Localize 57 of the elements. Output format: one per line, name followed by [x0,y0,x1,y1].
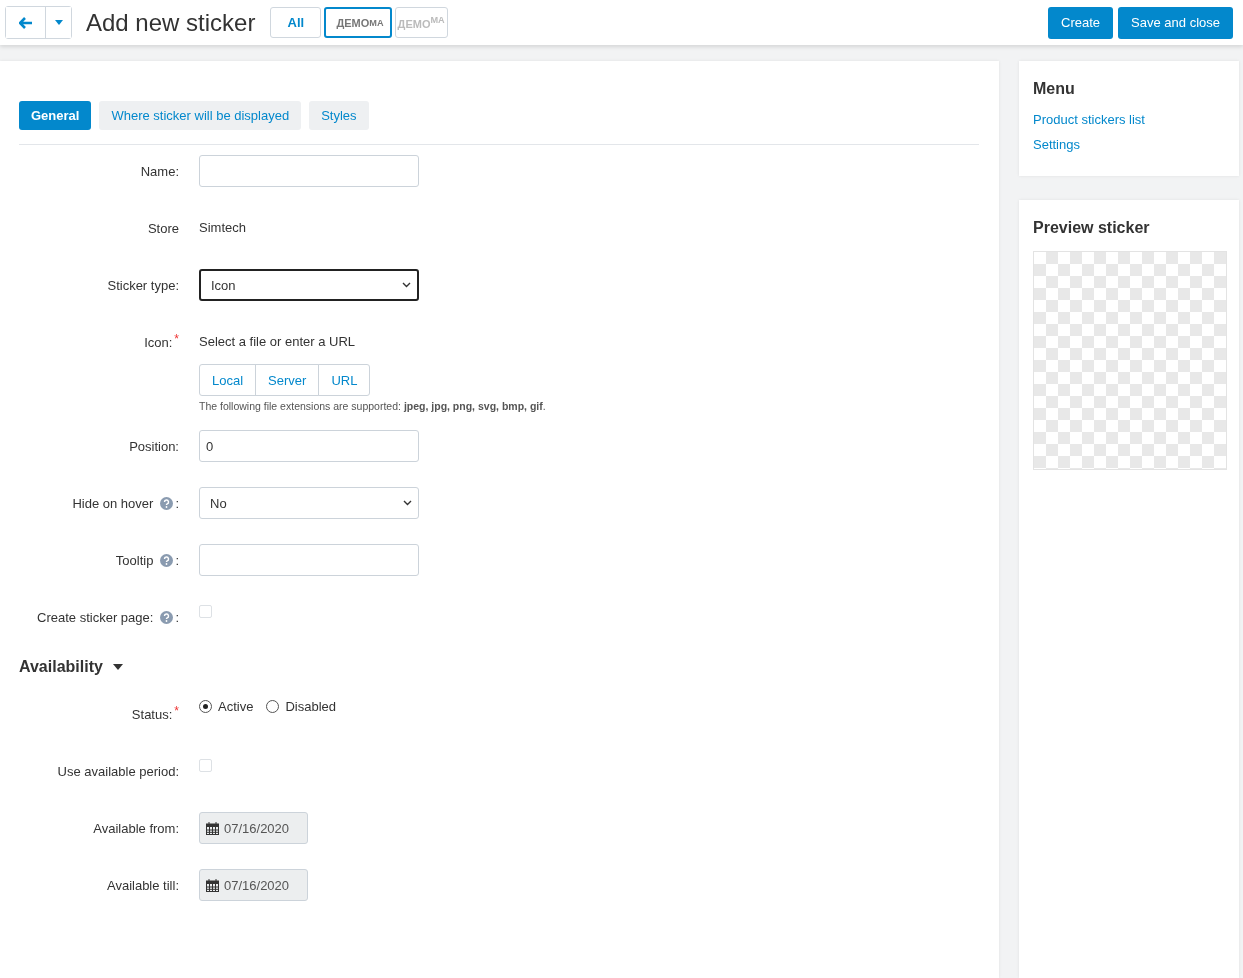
storefront-button[interactable]: All [270,7,322,38]
file-note: The following file extensions are supported: jpeg, jpg, png, svg, bmp, gif. [199,400,546,412]
field-label: Hide on hover [72,495,154,511]
calendar-icon [206,821,219,835]
field-label: Available till: [106,877,179,893]
field-label: Status: [131,706,173,722]
action-button[interactable]: Save and close [1118,6,1233,39]
calendar-icon [206,878,219,892]
field-label: Icon: [144,334,173,350]
colon: : [175,609,179,625]
tab[interactable]: Where sticker will be displayed [99,101,302,130]
select-field[interactable]: No [199,487,419,519]
field-label: Tooltip [115,552,154,568]
tab[interactable]: Styles [309,101,369,130]
source-button[interactable]: URL [318,364,371,396]
field-label: Use available period: [57,763,179,779]
card-title: Menu [1033,80,1076,98]
field-label: Position: [129,438,179,454]
arrow-left-icon [18,16,33,29]
input-field[interactable] [199,544,419,576]
field-label: Sticker type: [107,277,179,293]
date-field[interactable]: 07/16/2020 [199,869,308,901]
action-button[interactable]: Create [1048,6,1114,39]
radio-option[interactable]: Disabled [266,698,336,714]
radio-option[interactable]: Active [199,698,254,714]
select-field[interactable]: Icon [199,269,419,301]
chevron-down-icon [403,500,412,506]
field-label: Store [147,220,179,236]
page-title: Add new sticker [86,8,256,37]
field-label: Name: [140,163,179,179]
colon: : [175,552,179,568]
field-label: Create sticker page: [37,609,154,625]
required-mark: * [174,704,179,718]
card-title: Preview sticker [1033,219,1151,237]
caret-icon [54,20,63,25]
required-mark: * [174,332,179,346]
section-title: Availability [19,658,103,676]
tab[interactable]: General [19,101,92,130]
help-icon[interactable] [160,496,174,510]
field-value: Simtech [199,220,246,235]
source-button[interactable]: Local [199,364,257,396]
help-icon[interactable] [160,610,174,624]
colon: : [175,495,179,511]
chevron-down-icon [402,282,411,288]
input-field[interactable]: 0 [199,430,419,462]
input-field[interactable] [199,155,419,187]
back-button[interactable] [6,7,46,38]
field-label: Available from: [93,820,179,836]
source-button[interactable]: Server [255,364,320,396]
caret-icon[interactable] [112,664,123,670]
menu-link[interactable]: Settings [1033,137,1225,152]
checkbox[interactable] [199,605,212,618]
help-icon[interactable] [160,553,174,567]
field-value: Select a file or enter a URL [199,333,357,351]
menu-link[interactable]: Product stickers list [1033,112,1225,127]
date-field[interactable]: 07/16/2020 [199,812,308,844]
checkbox[interactable] [199,759,212,772]
